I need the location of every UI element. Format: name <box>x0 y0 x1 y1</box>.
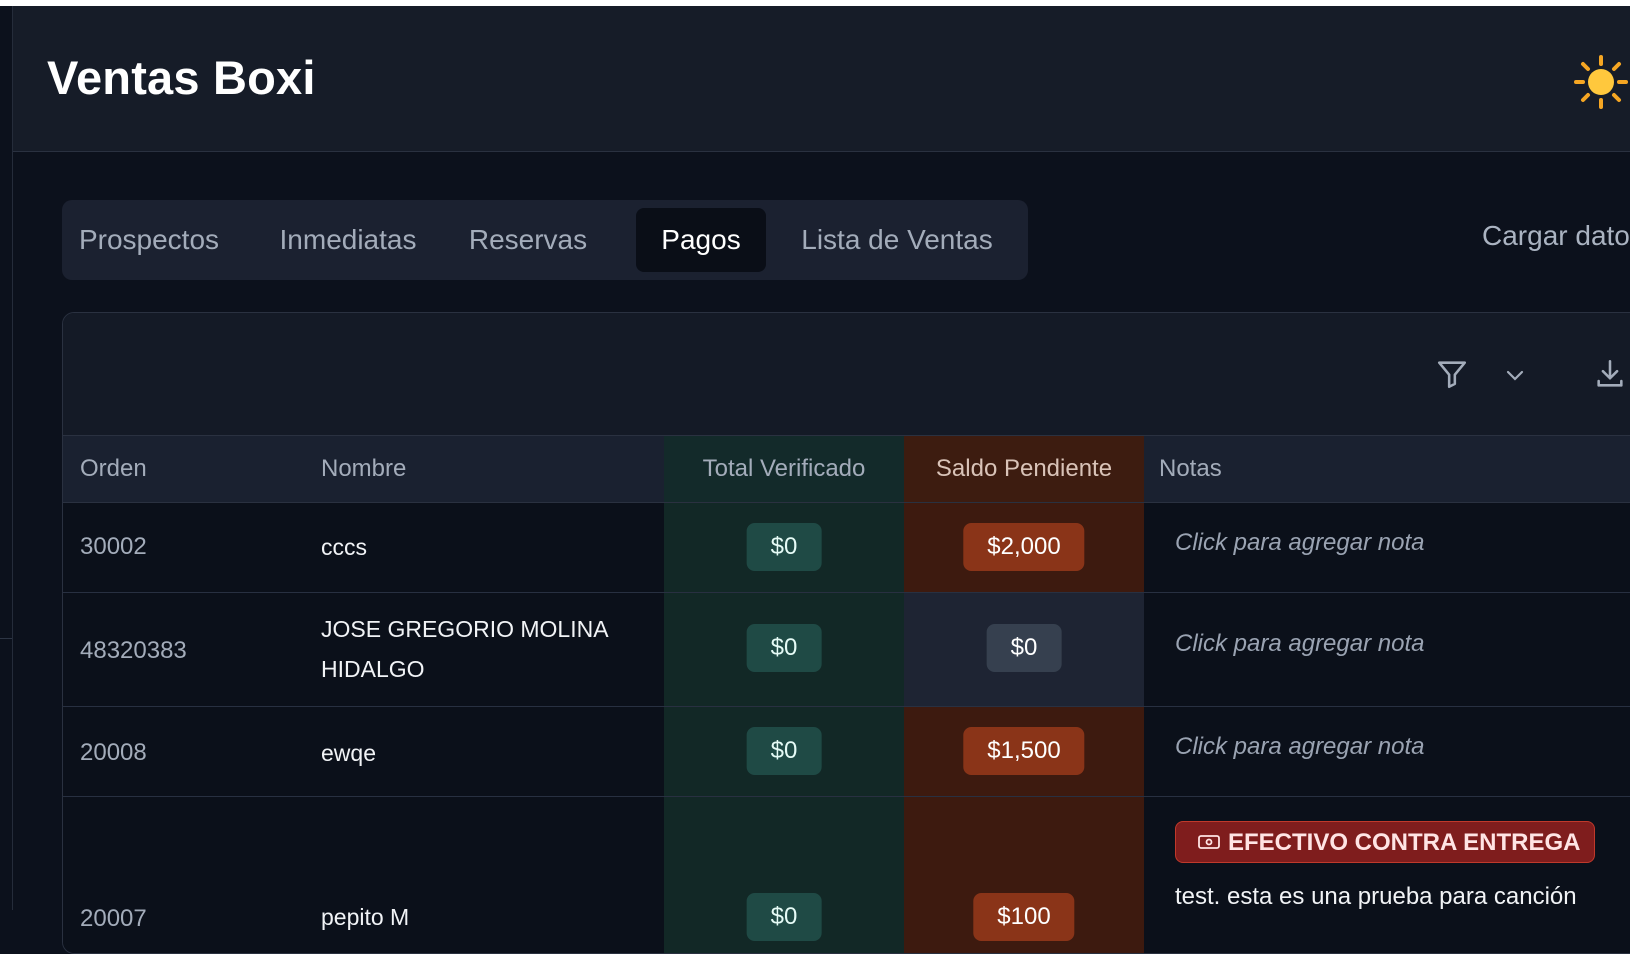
tab-reservas[interactable]: Reservas <box>458 208 598 272</box>
verified-amount: $0 <box>746 624 822 672</box>
table-toolbar <box>63 313 1630 436</box>
download-button[interactable] <box>1593 357 1627 396</box>
badge-label: EFECTIVO CONTRA ENTREGA <box>1228 829 1581 856</box>
table-row[interactable]: 48320383 JOSE GREGORIO MOLINA HIDALGO $0… <box>63 593 1630 707</box>
header-nombre[interactable]: Nombre <box>321 436 406 502</box>
tab-inmediatas[interactable]: Inmediatas <box>268 208 428 272</box>
verified-amount: $0 <box>746 523 822 571</box>
verified-amount: $0 <box>746 893 822 941</box>
pending-amount: $2,000 <box>963 523 1085 571</box>
sidebar-edge <box>0 6 13 910</box>
pending-amount: $0 <box>986 624 1062 672</box>
customer-name: JOSE GREGORIO MOLINA HIDALGO <box>321 616 608 682</box>
verified-amount: $0 <box>746 727 822 775</box>
filter-icon <box>1437 361 1467 389</box>
header-total-verificado[interactable]: Total Verificado <box>664 436 904 502</box>
tab-lista-de-ventas[interactable]: Lista de Ventas <box>788 208 1006 272</box>
app-header: Ventas Boxi <box>13 6 1630 152</box>
customer-name: pepito M <box>321 904 410 930</box>
tab-bar: Prospectos Inmediatas Reservas Pagos Lis… <box>62 200 1028 280</box>
table-header: Orden Nombre Total Verificado Saldo Pend… <box>63 436 1630 503</box>
order-number: 20007 <box>80 905 147 932</box>
order-number: 48320383 <box>80 637 187 664</box>
add-note-placeholder[interactable]: Click para agregar nota <box>1175 529 1424 557</box>
add-note-placeholder[interactable]: Click para agregar nota <box>1175 630 1424 658</box>
customer-name: cccs <box>321 534 367 560</box>
download-icon <box>1597 359 1623 387</box>
header-orden[interactable]: Orden <box>80 436 147 502</box>
cash-icon <box>1198 835 1220 849</box>
pending-amount: $100 <box>973 893 1075 941</box>
load-data-button[interactable]: Cargar dato <box>1482 220 1630 252</box>
tab-prospectos[interactable]: Prospectos <box>74 208 224 272</box>
filter-dropdown-button[interactable] <box>1503 363 1527 392</box>
sun-icon <box>1574 55 1628 109</box>
filter-button[interactable] <box>1435 357 1469 396</box>
table-row[interactable]: 20007 pepito M $0 $100 EFECTIVO CONTRA E… <box>63 797 1630 953</box>
tab-pagos[interactable]: Pagos <box>636 208 766 272</box>
table-row[interactable]: 30002 cccs $0 $2,000 Click para agregar … <box>63 503 1630 593</box>
add-note-placeholder[interactable]: Click para agregar nota <box>1175 733 1424 761</box>
theme-toggle-button[interactable] <box>1573 54 1630 114</box>
sidebar-divider <box>0 638 12 639</box>
chevron-down-icon <box>1506 370 1524 381</box>
header-saldo-pendiente[interactable]: Saldo Pendiente <box>904 436 1144 502</box>
app-title: Ventas Boxi <box>47 51 316 104</box>
header-notas[interactable]: Notas <box>1159 436 1222 502</box>
cash-on-delivery-badge: EFECTIVO CONTRA ENTREGA <box>1175 821 1595 863</box>
order-number: 30002 <box>80 533 147 560</box>
note-text[interactable]: test. esta es una prueba para canción <box>1175 883 1577 911</box>
payments-table-panel: Orden Nombre Total Verificado Saldo Pend… <box>62 312 1630 954</box>
pending-amount: $1,500 <box>963 727 1085 775</box>
customer-name: ewqe <box>321 740 376 766</box>
table-row[interactable]: 20008 ewqe $0 $1,500 Click para agregar … <box>63 707 1630 797</box>
order-number: 20008 <box>80 739 147 766</box>
